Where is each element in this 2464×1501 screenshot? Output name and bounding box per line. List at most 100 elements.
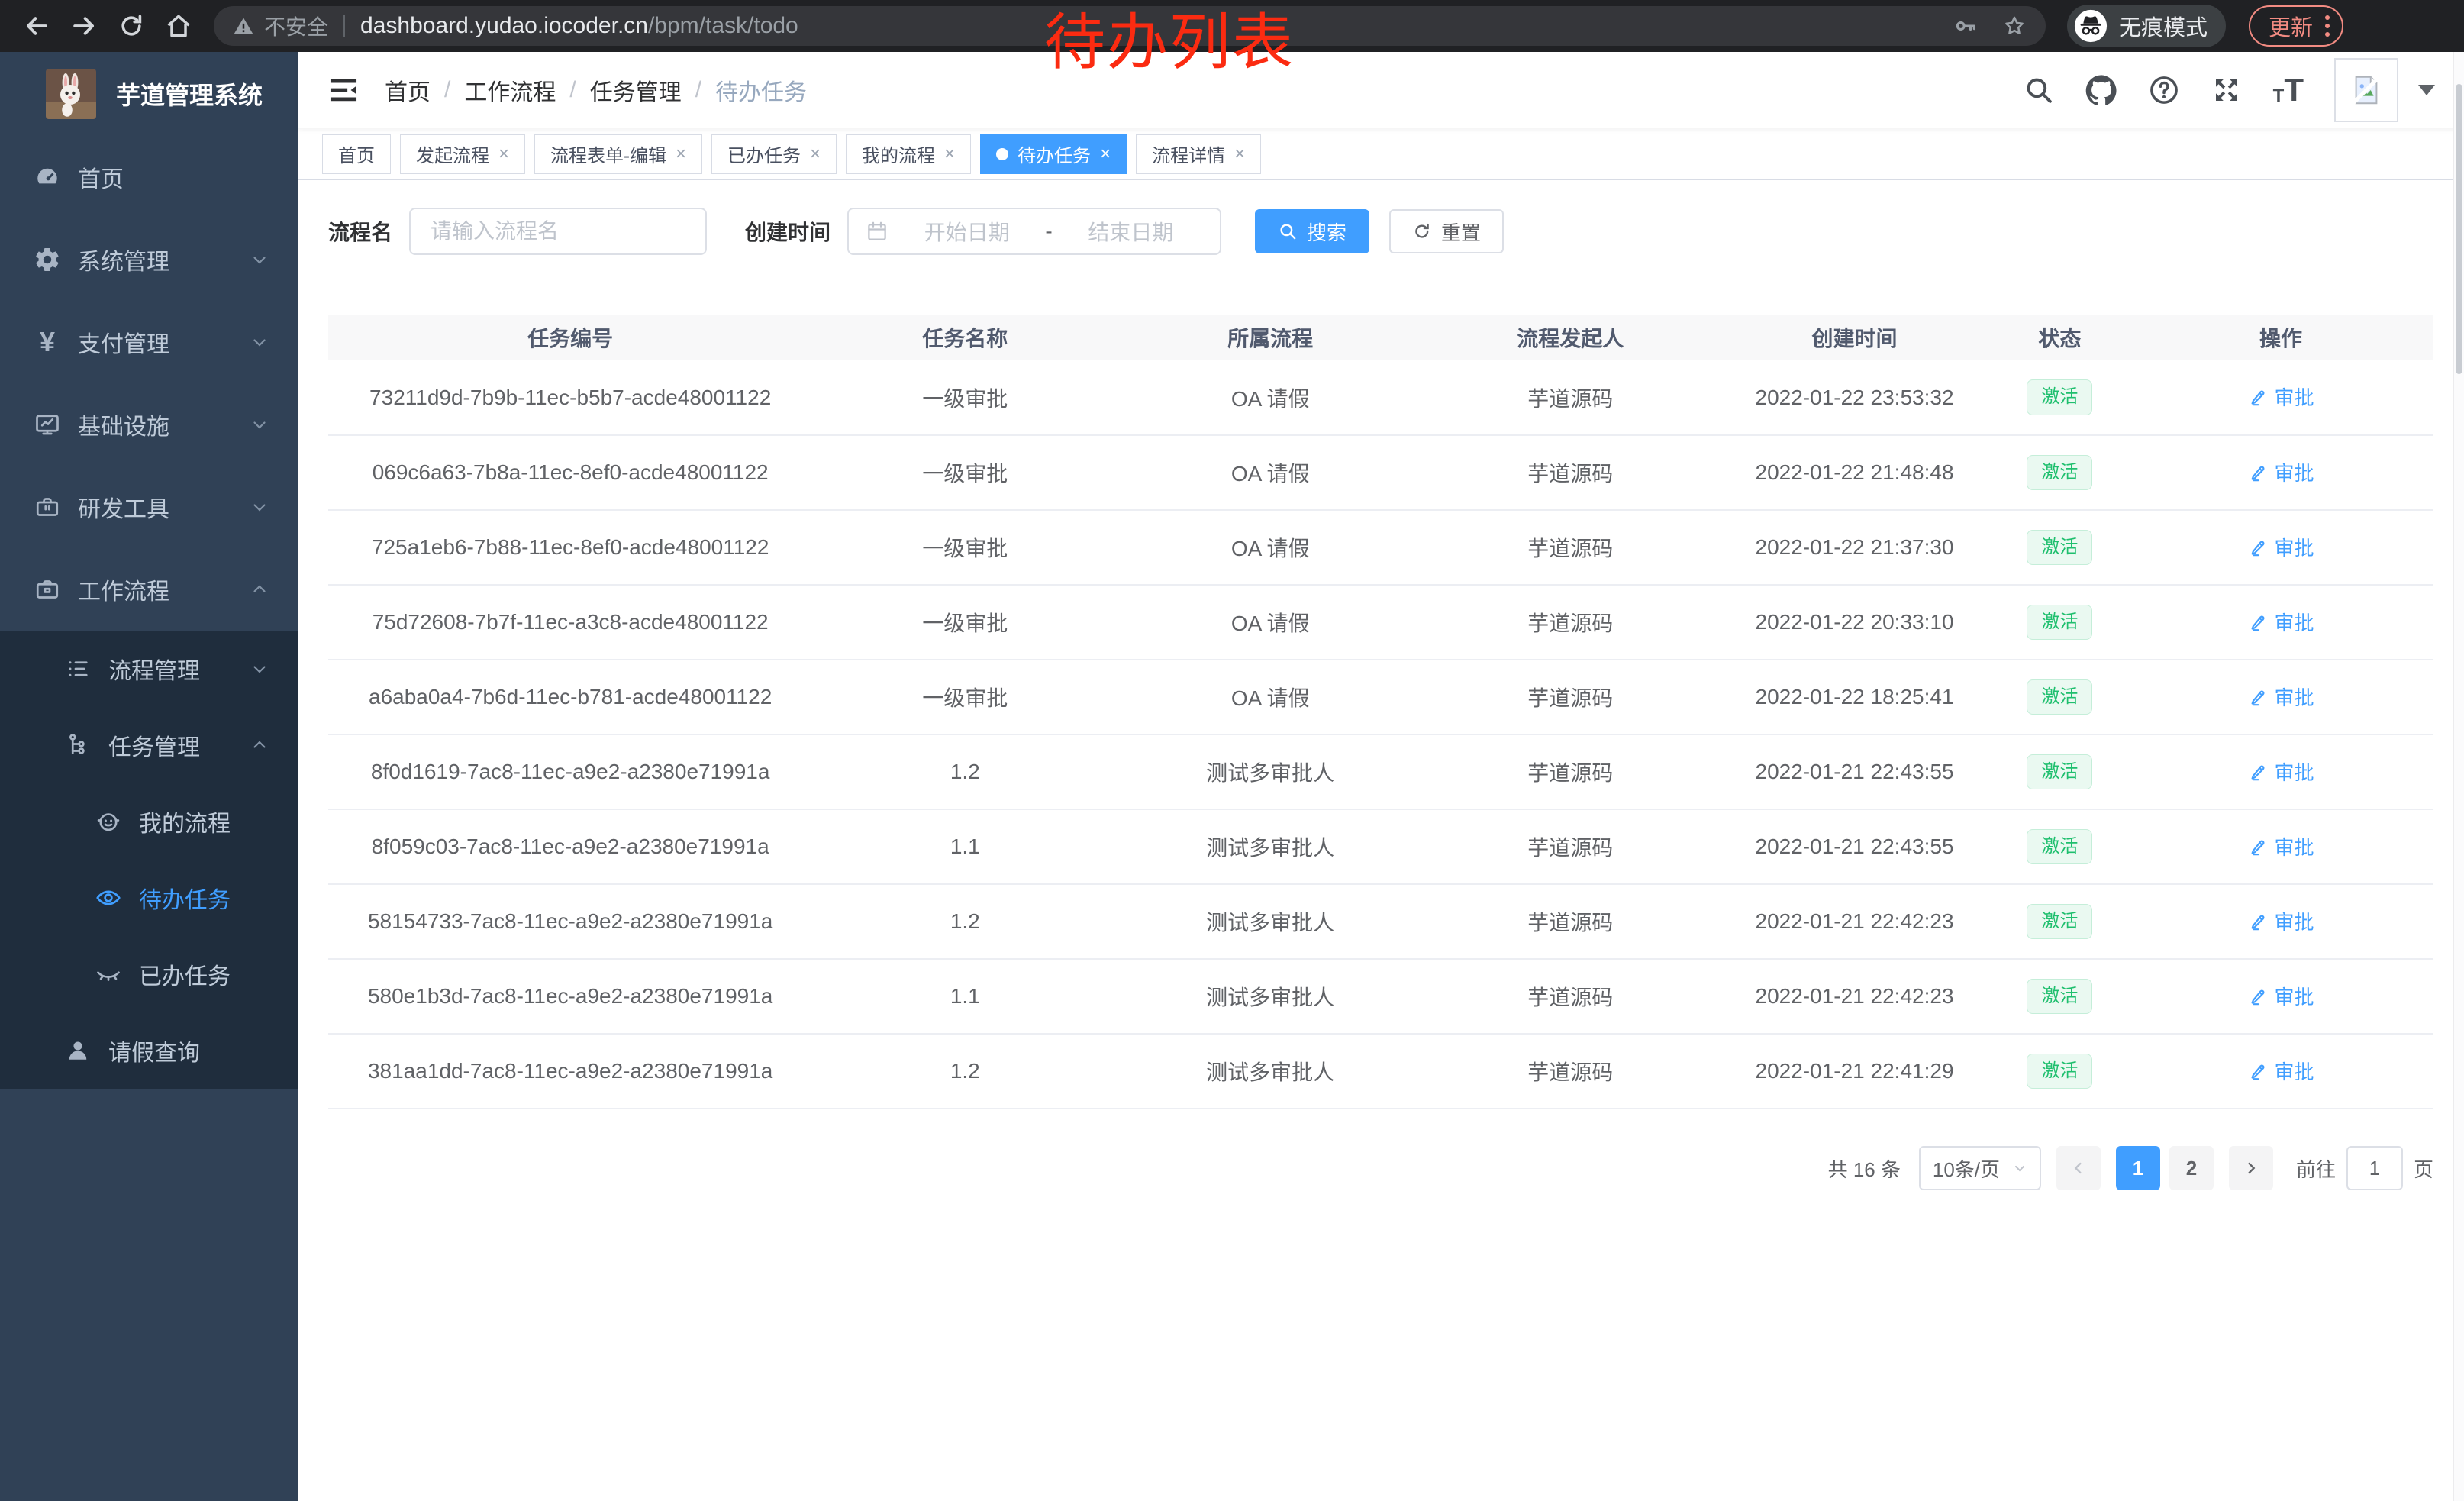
scrollbar[interactable] <box>2453 52 2464 1501</box>
help-icon[interactable] <box>2148 74 2180 106</box>
yen-icon: ¥ <box>34 328 61 356</box>
approve-link[interactable]: 审批 <box>2248 1057 2314 1085</box>
cell-process: 测试多审批人 <box>1118 734 1423 809</box>
sidebar-item-infra[interactable]: 基础设施 <box>0 383 298 466</box>
approve-link[interactable]: 审批 <box>2248 683 2314 711</box>
avatar-caret-icon[interactable] <box>2418 85 2435 95</box>
tab-已办任务[interactable]: 已办任务× <box>711 134 837 174</box>
app-logo[interactable]: 芋道管理系统 <box>0 52 298 136</box>
prev-page-button[interactable] <box>2056 1146 2101 1190</box>
approve-link[interactable]: 审批 <box>2248 832 2314 860</box>
browser-forward-icon[interactable] <box>64 6 104 46</box>
approve-link[interactable]: 审批 <box>2248 757 2314 786</box>
tab-close-icon[interactable]: × <box>1234 145 1245 163</box>
tab-close-icon[interactable]: × <box>1100 145 1111 163</box>
sidebar-item-system[interactable]: 系统管理 <box>0 218 298 301</box>
date-range-input[interactable]: 开始日期 - 结束日期 <box>847 208 1221 255</box>
create-time-label: 创建时间 <box>745 216 830 247</box>
end-date-placeholder[interactable]: 结束日期 <box>1059 216 1203 247</box>
tab-流程详情[interactable]: 流程详情 × <box>1136 134 1261 174</box>
search-button[interactable]: 搜索 <box>1255 209 1369 253</box>
breadcrumb-item[interactable]: 工作流程 <box>464 73 556 107</box>
security-label[interactable]: 不安全 <box>264 11 328 41</box>
tab-我的流程[interactable]: 我的流程× <box>846 134 971 174</box>
tab-流程表单-编辑[interactable]: 流程表单-编辑 × <box>534 134 702 174</box>
tab-close-icon[interactable]: × <box>498 145 509 163</box>
sidebar-item-home[interactable]: 首页 <box>0 136 298 218</box>
goto-page-input[interactable] <box>2346 1146 2403 1190</box>
tab-close-icon[interactable]: × <box>810 145 821 163</box>
start-date-placeholder[interactable]: 开始日期 <box>895 216 1039 247</box>
scrollbar-thumb[interactable] <box>2456 84 2462 374</box>
cell-status: 激活 <box>1992 510 2128 585</box>
tab-label: 流程表单-编辑 <box>550 140 666 167</box>
approve-link[interactable]: 审批 <box>2248 383 2314 411</box>
page-button-2[interactable]: 2 <box>2169 1146 2214 1190</box>
tab-close-icon[interactable]: × <box>676 145 686 163</box>
tab-发起流程[interactable]: 发起流程× <box>400 134 525 174</box>
approve-link[interactable]: 审批 <box>2248 608 2314 636</box>
cell-task-id: 381aa1dd-7ac8-11ec-a9e2-a2380e71991a <box>328 1034 812 1109</box>
table-row: 069c6a63-7b8a-11ec-8ef0-acde48001122一级审批… <box>328 435 2433 510</box>
update-button[interactable]: 更新 <box>2249 5 2343 47</box>
sidebar-menu: 首页系统管理¥支付管理基础设施研发工具工作流程流程管理任务管理我的流程待办任务已… <box>0 136 298 1089</box>
sidebar-item-my-process[interactable]: 我的流程 <box>0 783 298 860</box>
sidebar-item-label: 首页 <box>78 160 124 194</box>
approve-link[interactable]: 审批 <box>2248 533 2314 561</box>
sidebar-item-done-task[interactable]: 已办任务 <box>0 936 298 1012</box>
browser-home-icon[interactable] <box>159 6 198 46</box>
cell-task-name: 一级审批 <box>812 360 1118 435</box>
cell-action: 审批 <box>2128 585 2433 660</box>
sidebar-item-workflow[interactable]: 工作流程 <box>0 548 298 631</box>
sidebar-item-leave-query[interactable]: 请假查询 <box>0 1012 298 1089</box>
calendar-icon <box>866 220 889 243</box>
url-text[interactable]: dashboard.yudao.iocoder.cn/bpm/task/todo <box>360 13 798 39</box>
address-bar[interactable]: 不安全 dashboard.yudao.iocoder.cn/bpm/task/… <box>214 6 2046 46</box>
tab-待办任务[interactable]: 待办任务× <box>980 134 1127 174</box>
page-button-1[interactable]: 1 <box>2116 1146 2160 1190</box>
cell-action: 审批 <box>2128 959 2433 1034</box>
reset-button[interactable]: 重置 <box>1389 209 1504 253</box>
sidebar-collapse-icon[interactable] <box>327 73 360 107</box>
column-header: 所属流程 <box>1118 315 1423 360</box>
approve-link[interactable]: 审批 <box>2248 907 2314 935</box>
security-warning-icon[interactable] <box>232 15 255 37</box>
process-name-input[interactable] <box>409 208 707 255</box>
tab-label: 流程详情 <box>1152 140 1225 167</box>
fullscreen-icon[interactable] <box>2211 74 2243 106</box>
sidebar-item-devtools[interactable]: 研发工具 <box>0 466 298 548</box>
cell-task-name: 一级审批 <box>812 585 1118 660</box>
breadcrumb-item[interactable]: 任务管理 <box>590 73 682 107</box>
status-badge: 激活 <box>2027 379 2092 415</box>
next-page-button[interactable] <box>2229 1146 2273 1190</box>
approve-link[interactable]: 审批 <box>2248 458 2314 486</box>
cell-created: 2022-01-22 18:25:41 <box>1717 660 1992 734</box>
github-icon[interactable] <box>2085 74 2117 106</box>
sidebar-item-label: 研发工具 <box>78 490 169 524</box>
approve-link[interactable]: 审批 <box>2248 982 2314 1010</box>
cell-created: 2022-01-22 20:33:10 <box>1717 585 1992 660</box>
breadcrumb-item[interactable]: 首页 <box>385 73 431 107</box>
browser-back-icon[interactable] <box>17 6 56 46</box>
browser-menu-icon[interactable] <box>2325 15 2330 37</box>
search-icon[interactable] <box>2023 74 2055 106</box>
tab-close-icon[interactable]: × <box>944 145 955 163</box>
edit-pen-icon <box>2248 986 2269 1006</box>
font-size-icon[interactable]: TT <box>2273 76 2304 105</box>
sidebar-item-todo-task[interactable]: 待办任务 <box>0 860 298 936</box>
sidebar-item-process-mgmt[interactable]: 流程管理 <box>0 631 298 707</box>
cell-created: 2022-01-21 22:42:23 <box>1717 884 1992 959</box>
chevron-down-icon <box>250 498 269 516</box>
sidebar-item-task-mgmt[interactable]: 任务管理 <box>0 707 298 783</box>
bookmark-star-icon[interactable] <box>2001 13 2027 39</box>
total-count: 共 16 条 <box>1828 1154 1901 1183</box>
sidebar-item-payment[interactable]: ¥支付管理 <box>0 301 298 383</box>
cell-starter: 芋道源码 <box>1423 660 1717 734</box>
browser-reload-icon[interactable] <box>111 6 151 46</box>
cell-status: 激活 <box>1992 1034 2128 1109</box>
page-size-select[interactable]: 10条/页 <box>1919 1146 2041 1190</box>
tab-首页[interactable]: 首页 <box>322 134 391 174</box>
table-row: 8f0d1619-7ac8-11ec-a9e2-a2380e71991a1.2测… <box>328 734 2433 809</box>
avatar[interactable] <box>2334 58 2398 122</box>
password-key-icon[interactable] <box>1953 13 1979 39</box>
